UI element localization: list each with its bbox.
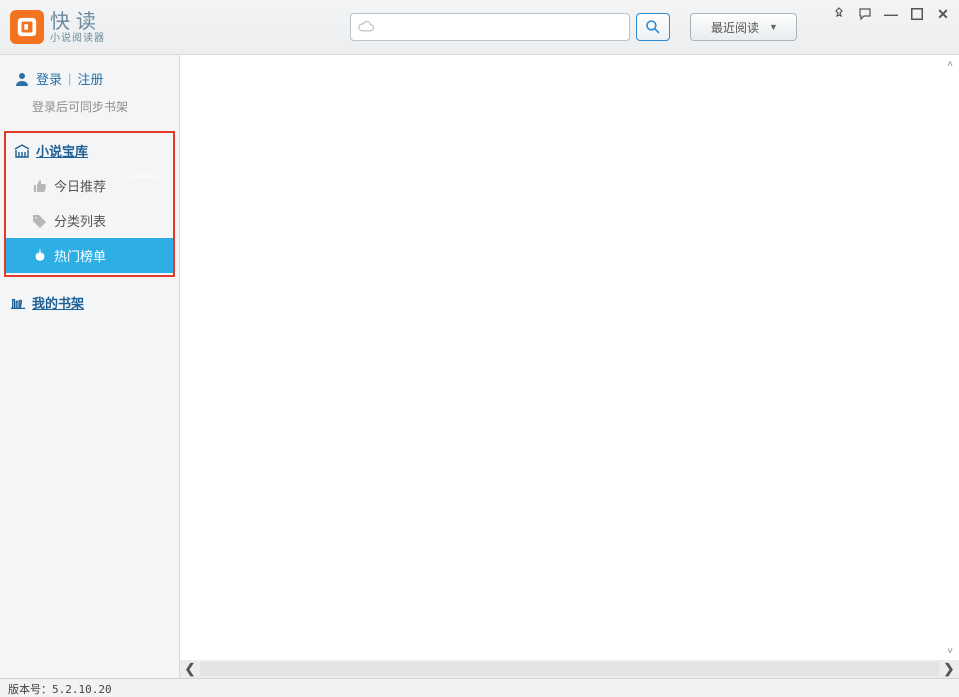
scroll-up-arrow[interactable]: ˄ [943,57,957,71]
version-prefix: 版本号： [8,683,52,696]
user-icon [14,71,30,87]
recent-reading-button[interactable]: 最近阅读 ▼ [690,13,797,41]
pin-icon [832,7,846,21]
scroll-right-arrow[interactable]: ❯ [939,660,959,678]
window-controls: — ✕ [831,6,951,22]
auth-row: 登录 | 注册 [0,69,179,94]
app-logo-block: 快读 小说阅读器 [10,10,180,44]
section-head-library-label: 小说宝库 [36,141,88,160]
pin-button[interactable] [831,6,847,22]
sidebar: 登录 | 注册 登录后可同步书架 小说宝库 今日推荐 分类列表 [0,55,180,678]
sidebar-item-category-label: 分类列表 [54,211,106,230]
auth-separator: | [68,71,71,86]
cloud-icon [357,20,375,34]
maximize-icon [910,7,924,21]
maximize-button[interactable] [909,6,925,22]
sync-tip: 登录后可同步书架 [0,94,179,127]
tag-icon [32,214,48,228]
library-icon [14,144,30,158]
titlebar: 快读 小说阅读器 最近阅读 ▼ — ✕ [0,0,959,55]
close-button[interactable]: ✕ [935,6,951,22]
register-link[interactable]: 注册 [77,69,103,88]
chevron-down-icon: ▼ [769,22,778,32]
section-head-shelf[interactable]: 我的书架 [0,283,179,320]
sidebar-item-today-label: 今日推荐 [54,176,106,195]
horizontal-scrollbar[interactable]: ❮ ❯ [180,660,959,678]
vertical-scrollbar[interactable]: ˄ ˅ [943,57,957,658]
app-name: 快读 [50,11,105,33]
sidebar-item-hot[interactable]: 热门榜单 [6,238,173,273]
sidebar-item-today[interactable]: 今日推荐 [6,168,173,203]
version-number: 5.2.10.20 [52,683,112,696]
section-head-shelf-label: 我的书架 [32,293,84,312]
highlight-box: 小说宝库 今日推荐 分类列表 热门榜单 [4,131,175,277]
section-head-library[interactable]: 小说宝库 [6,133,173,168]
login-link[interactable]: 登录 [36,69,62,88]
sidebar-item-hot-label: 热门榜单 [54,246,106,265]
scroll-left-arrow[interactable]: ❮ [180,660,200,678]
app-subtitle: 小说阅读器 [50,33,105,44]
flame-icon [32,249,48,263]
search-box[interactable] [350,13,630,41]
scroll-down-arrow[interactable]: ˅ [943,644,957,658]
app-logo-icon [10,10,44,44]
scroll-track[interactable] [200,662,939,676]
thumb-up-icon [32,179,48,193]
body: 登录 | 注册 登录后可同步书架 小说宝库 今日推荐 分类列表 [0,55,959,678]
library-menu: 今日推荐 分类列表 热门榜单 [6,168,173,273]
feedback-button[interactable] [857,6,873,22]
sidebar-item-category[interactable]: 分类列表 [6,203,173,238]
status-bar: 版本号：5.2.10.20 [0,678,959,697]
search-input[interactable] [379,20,623,35]
bookshelf-icon [10,296,26,310]
content-area: ˄ ˅ ❮ ❯ [180,55,959,678]
search-icon [645,19,661,35]
search-wrap [350,13,670,41]
recent-reading-label: 最近阅读 [711,19,759,36]
search-button[interactable] [636,13,670,41]
speech-bubble-icon [858,7,872,21]
minimize-button[interactable]: — [883,6,899,22]
